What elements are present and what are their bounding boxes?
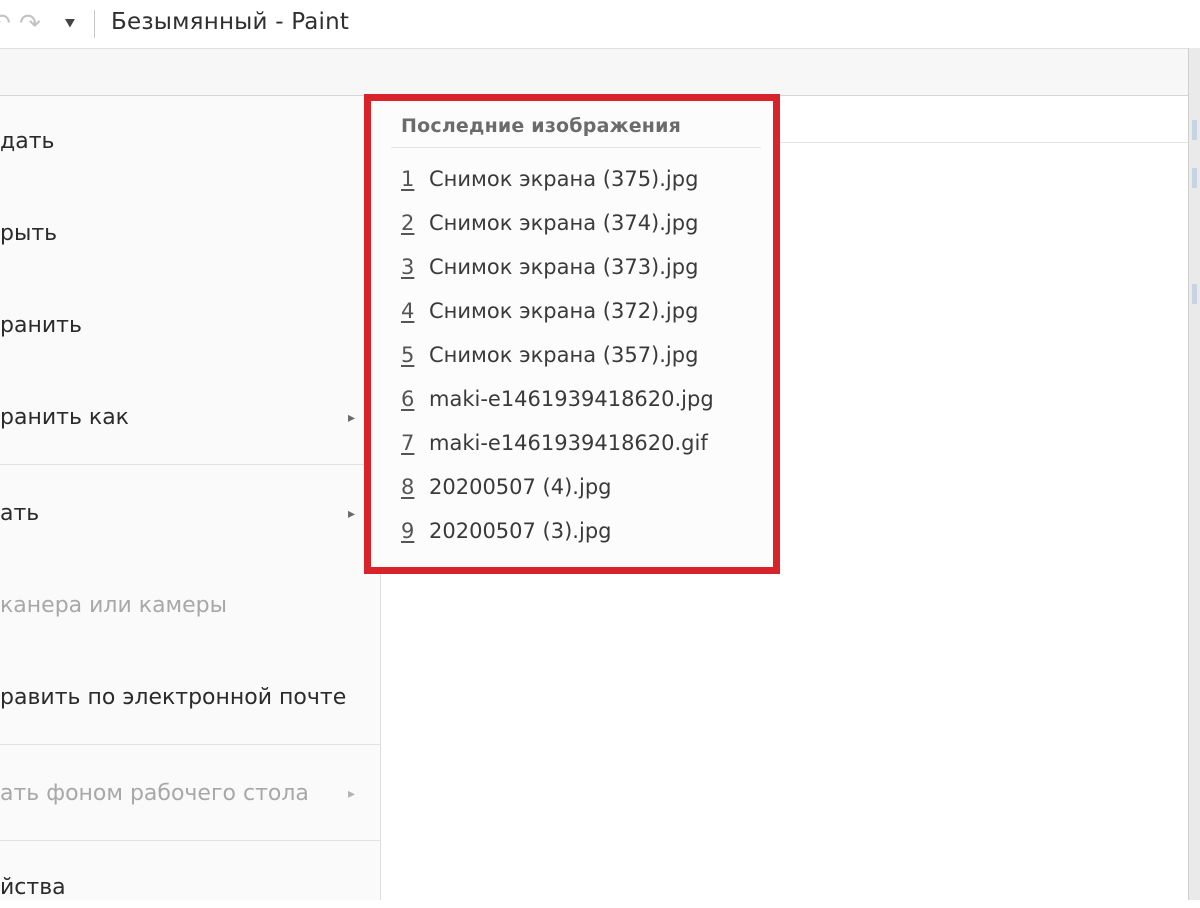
menu-item-label: рыть (0, 221, 58, 246)
recent-item[interactable]: 5 Снимок экрана (357).jpg (401, 337, 761, 373)
recent-item-name: Снимок экрана (373).jpg (429, 255, 699, 279)
recent-item-name: maki-e1461939418620.jpg (429, 387, 714, 411)
menu-item-properties[interactable]: йства (0, 868, 380, 908)
recent-item-number: 5 (401, 343, 415, 367)
recent-item-name: maki-e1461939418620.gif (429, 431, 708, 455)
menu-item-label: равить по электронной почте (0, 685, 347, 710)
submenu-arrow-icon: ▸ (348, 786, 356, 802)
title-separator (94, 10, 95, 38)
submenu-arrow-icon: ▸ (348, 410, 356, 426)
recent-images-panel: Последние изображения 1 Снимок экрана (37… (364, 94, 780, 574)
recent-item-number: 3 (401, 255, 415, 279)
menu-item-label: ать фоном рабочего стола (0, 781, 309, 806)
menu-item-set-desktop-background[interactable]: ать фоном рабочего стола ▸ (0, 774, 380, 814)
recent-item-name: 20200507 (4).jpg (429, 475, 612, 499)
redo-icon[interactable]: ↷ (16, 9, 44, 39)
menu-item-print[interactable]: ать ▸ (0, 494, 380, 534)
recent-item-number: 8 (401, 475, 415, 499)
recent-images-title: Последние изображения (401, 115, 682, 137)
ribbon-strip (0, 48, 1190, 96)
undo-icon[interactable]: ↶ (0, 9, 14, 39)
recent-item[interactable]: 8 20200507 (4).jpg (401, 469, 761, 505)
recent-item-name: 20200507 (3).jpg (429, 519, 612, 543)
menu-divider (0, 744, 380, 745)
recent-item[interactable]: 3 Снимок экрана (373).jpg (401, 249, 761, 285)
recent-item[interactable]: 1 Снимок экрана (375).jpg (401, 161, 761, 197)
edge-marker (1192, 168, 1197, 188)
recent-item-number: 4 (401, 299, 415, 323)
recent-item[interactable]: 4 Снимок экрана (372).jpg (401, 293, 761, 329)
menu-item-open[interactable]: рыть (0, 214, 380, 254)
recent-item-name: Снимок экрана (357).jpg (429, 343, 699, 367)
menu-item-send-email[interactable]: равить по электронной почте (0, 678, 380, 718)
menu-divider (0, 464, 380, 465)
recent-item-name: Снимок экрана (374).jpg (429, 211, 699, 235)
title-bar: ↶ ↷ ⯆ Безымянный - Paint (0, 0, 1200, 48)
file-menu: дать рыть ранить ранить как ▸ ать ▸ кане… (0, 96, 381, 900)
menu-item-label: йства (0, 875, 66, 900)
window-title: Безымянный - Paint (111, 9, 350, 35)
recent-item[interactable]: 2 Снимок экрана (374).jpg (401, 205, 761, 241)
menu-item-label: дать (0, 129, 55, 154)
menu-item-save[interactable]: ранить (0, 306, 380, 346)
menu-item-save-as[interactable]: ранить как ▸ (0, 398, 380, 438)
recent-item-name: Снимок экрана (372).jpg (429, 299, 699, 323)
recent-title-divider (391, 147, 761, 148)
recent-item[interactable]: 9 20200507 (3).jpg (401, 513, 761, 549)
recent-item-number: 7 (401, 431, 415, 455)
menu-item-label: ранить (0, 313, 82, 338)
recent-item-number: 6 (401, 387, 415, 411)
edge-marker (1192, 120, 1197, 140)
recent-item-number: 1 (401, 167, 415, 191)
recent-item-number: 9 (401, 519, 415, 543)
recent-item-number: 2 (401, 211, 415, 235)
menu-item-create[interactable]: дать (0, 122, 380, 162)
recent-item[interactable]: 7 maki-e1461939418620.gif (401, 425, 761, 461)
menu-item-label: ать (0, 501, 40, 526)
customize-quick-access-icon[interactable]: ⯆ (56, 10, 84, 38)
submenu-arrow-icon: ▸ (348, 506, 356, 522)
menu-item-label: канера или камеры (0, 593, 228, 618)
recent-item[interactable]: 6 maki-e1461939418620.jpg (401, 381, 761, 417)
menu-divider (0, 840, 380, 841)
menu-item-from-scanner[interactable]: канера или камеры (0, 586, 380, 626)
menu-item-label: ранить как (0, 405, 129, 430)
edge-marker (1192, 284, 1197, 304)
recent-item-name: Снимок экрана (375).jpg (429, 167, 699, 191)
